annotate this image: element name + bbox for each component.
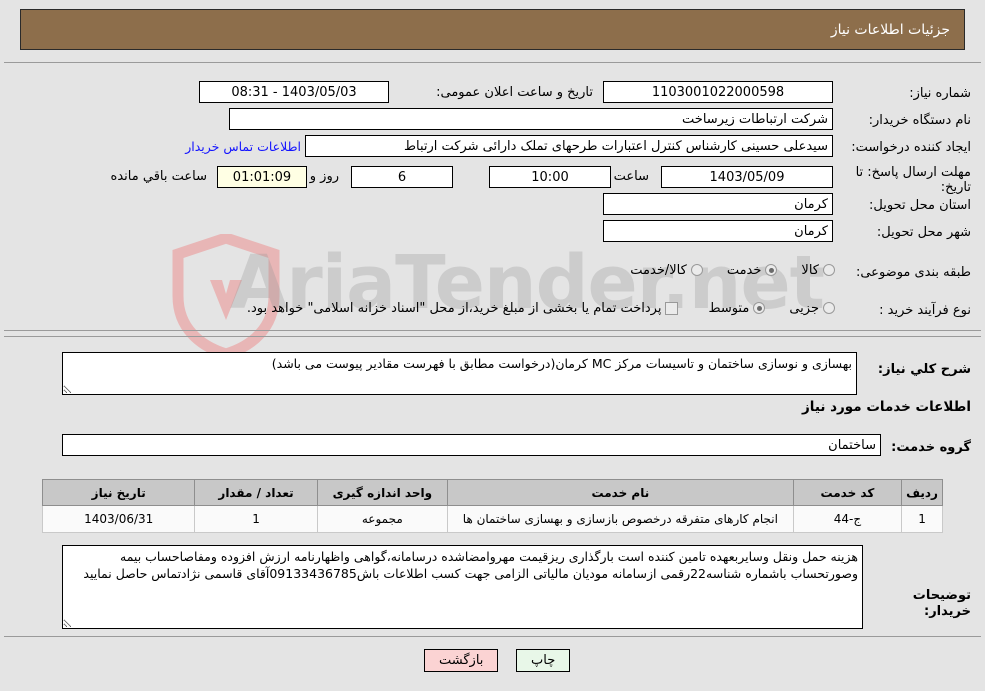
services-table: ردیف کد خدمت نام خدمت واحد اندازه گیری ت…: [41, 479, 943, 533]
label-province: استان محل تحویل:: [869, 198, 971, 213]
creator-input[interactable]: [305, 135, 833, 157]
purchase-type-radio-group: جزیی متوسط پرداخت تمام یا بخشی از مبلغ خ…: [247, 295, 835, 321]
col-row-no: ردیف: [901, 479, 943, 506]
col-service-name: نام خدمت: [446, 479, 794, 506]
col-need-date: تاریخ نیاز: [41, 479, 196, 506]
need-number-input[interactable]: [603, 81, 833, 103]
cell-unit: مجموعه: [316, 505, 448, 533]
khazaneh-checkbox-label: پرداخت تمام یا بخشی از مبلغ خرید،از محل …: [246, 300, 662, 316]
print-button[interactable]: چاپ: [516, 649, 571, 672]
public-announce-input[interactable]: [199, 81, 389, 103]
radio-icon[interactable]: [823, 264, 835, 276]
cell-quantity: 1: [194, 505, 318, 533]
cell-row-no: 1: [901, 505, 943, 533]
back-button[interactable]: بازگشت: [424, 649, 499, 672]
checkbox-icon[interactable]: [665, 301, 679, 315]
category-option-label-0: کالا: [801, 262, 819, 278]
buyer-notes-textarea[interactable]: [62, 545, 863, 629]
label-service-group: گروه خدمت:: [891, 440, 971, 455]
label-general-desc: شرح کلي نياز:: [877, 362, 971, 377]
section-divider-3: [4, 636, 981, 637]
label-remaining: ساعت باقي مانده: [110, 169, 207, 184]
col-unit: واحد اندازه گیری: [316, 479, 448, 506]
page-root: AriaTender.net جزئیات اطلاعات نیاز شماره…: [0, 0, 985, 691]
label-deadline: مهلت ارسال پاسخ: تا تاریخ:: [855, 165, 971, 195]
purchase-option-label-1: متوسط: [708, 300, 750, 316]
remaining-days-input[interactable]: [351, 166, 453, 188]
category-radio-group: کالا خدمت کالا/خدمت: [630, 257, 835, 283]
cell-service-name: انجام کارهای متفرقه درخصوص بازسازی و بهس…: [446, 505, 794, 533]
khazaneh-checkbox-wrap[interactable]: پرداخت تمام یا بخشی از مبلغ خرید،از محل …: [247, 301, 679, 316]
page-title: جزئیات اطلاعات نیاز: [830, 21, 950, 38]
label-creator: ایجاد کننده درخواست:: [851, 140, 971, 155]
category-option-kala-khedmat[interactable]: کالا/خدمت: [630, 263, 703, 278]
cell-service-code: ج-44: [792, 505, 903, 533]
deadline-time-input[interactable]: [489, 166, 611, 188]
label-purchase-type: نوع فرآیند خرید :: [879, 303, 971, 318]
service-group-input[interactable]: [62, 434, 881, 456]
section-divider-2: [4, 336, 981, 337]
cell-need-date: 1403/06/31: [41, 505, 196, 533]
label-deadline-time: ساعت: [613, 169, 649, 184]
label-city: شهر محل تحویل:: [876, 225, 971, 240]
category-option-kala[interactable]: کالا: [801, 263, 835, 278]
col-service-code: کد خدمت: [792, 479, 903, 506]
services-section-title: اطلاعات خدمات مورد نیاز: [801, 399, 971, 415]
radio-icon[interactable]: [753, 302, 766, 314]
category-option-label-2: کالا/خدمت: [630, 262, 687, 278]
col-quantity: تعداد / مقدار: [194, 479, 318, 506]
label-days-and: روز و: [309, 169, 339, 184]
table-row: 1 ج-44 انجام کارهای متفرقه درخصوص بازساز…: [41, 505, 943, 533]
label-need-number: شماره نیاز:: [909, 86, 971, 101]
section-divider-1: [4, 330, 981, 331]
buyer-org-input[interactable]: [229, 108, 833, 130]
panel-top-border: [4, 62, 981, 63]
page-title-bar: جزئیات اطلاعات نیاز: [20, 9, 965, 50]
purchase-option-jozi[interactable]: جزیی: [789, 301, 835, 316]
buyer-contact-link[interactable]: اطلاعات تماس خریدار: [185, 139, 301, 154]
radio-icon[interactable]: [765, 264, 778, 276]
label-buyer-org: نام دستگاه خریدار:: [868, 113, 971, 128]
city-input[interactable]: [603, 220, 833, 242]
radio-icon[interactable]: [690, 264, 703, 276]
category-option-label-1: خدمت: [726, 262, 762, 278]
label-category: طبقه بندی موضوعی:: [855, 265, 971, 280]
countdown-timer-input[interactable]: [217, 166, 307, 188]
general-desc-textarea[interactable]: [62, 352, 857, 395]
purchase-option-motavaset[interactable]: متوسط: [708, 300, 766, 316]
radio-icon[interactable]: [823, 302, 835, 314]
category-option-khedmat[interactable]: خدمت: [727, 263, 778, 278]
label-public-announce: تاریخ و ساعت اعلان عمومی:: [436, 85, 593, 100]
province-input[interactable]: [603, 193, 833, 215]
label-buyer-notes: توضیحات خریدار:: [912, 588, 971, 619]
table-header-row: ردیف کد خدمت نام خدمت واحد اندازه گیری ت…: [41, 479, 943, 506]
purchase-option-label-0: جزیی: [789, 300, 819, 316]
deadline-date-input[interactable]: [661, 166, 833, 188]
